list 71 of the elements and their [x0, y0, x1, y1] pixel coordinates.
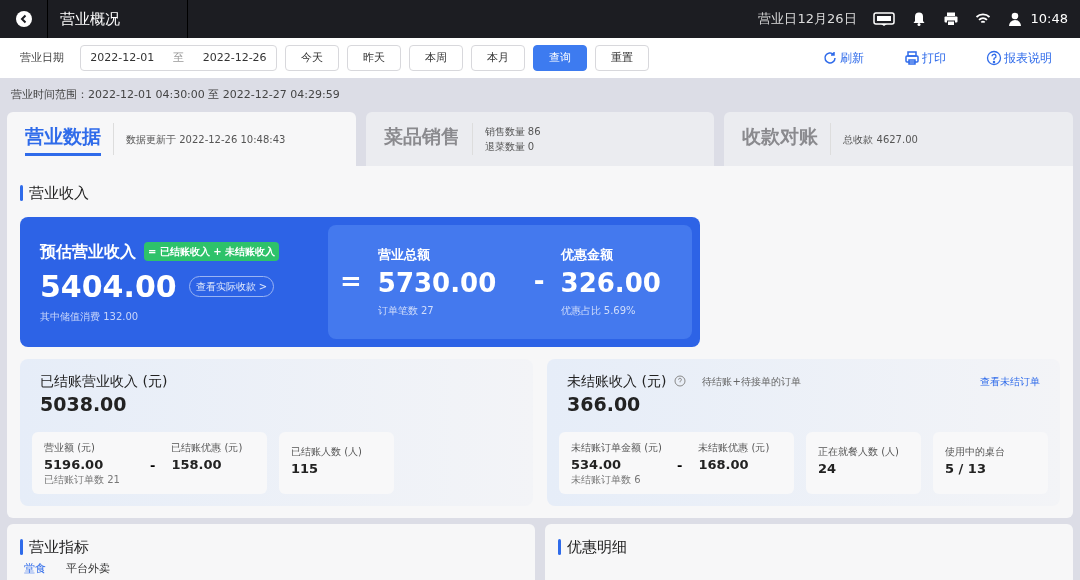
metric-label: 未结账优惠 (元) [698, 440, 770, 455]
summary-hint: 待结账+待接单的订单 [702, 374, 801, 389]
report-tab[interactable]: 收款对账 总收款 4627.00 [724, 112, 1073, 166]
metric-value: 534.00 [571, 455, 623, 474]
channel-tab[interactable]: 堂食 [24, 562, 46, 575]
filter-button[interactable]: 昨天 [347, 45, 401, 71]
total-note: 订单笔数 27 [377, 304, 435, 319]
refresh-icon [822, 50, 838, 66]
metric-label: 已结账人数 (人) [291, 444, 363, 459]
equals-sign: = [340, 265, 362, 298]
summary-value: 5038.00 [39, 391, 128, 416]
discount-value: 326.00 [560, 267, 661, 301]
metric-note: 未结账订单数 6 [571, 474, 642, 486]
discount-note: 优惠占比 5.69% [560, 304, 637, 319]
section-title: 营业指标 [29, 537, 89, 558]
discount-label: 优惠金额 [560, 245, 614, 264]
report-tab[interactable]: 营业数据 数据更新于 2022-12-26 10:48:43 [7, 112, 356, 166]
estimate-label: 预估营业收入 [40, 240, 136, 263]
metric-value: 168.00 [698, 455, 750, 474]
tab-detail: 总收款 4627.00 [843, 132, 918, 147]
minus-sign: - [533, 265, 545, 298]
tab-detail: 销售数量 86 [484, 125, 541, 139]
metric-value: 24 [818, 459, 838, 478]
page-title: 营业概况 [60, 8, 120, 30]
metric-value: 115 [291, 459, 320, 478]
minus-sign: - [677, 456, 683, 475]
badge-icon[interactable] [872, 12, 895, 26]
summary-value: 366.00 [566, 391, 642, 416]
estimate-note: 其中储值消费 132.00 [40, 309, 140, 324]
filter-button[interactable]: 重置 [595, 45, 649, 71]
filter-button[interactable]: 查询 [533, 45, 587, 71]
help-icon [674, 375, 687, 387]
metric-label: 正在就餐人数 (人) [818, 444, 900, 459]
estimate-value: 5404.00 [40, 267, 177, 306]
metric-note: 已结账订单数 21 [44, 474, 121, 486]
filter-button[interactable]: 本周 [409, 45, 463, 71]
toolbar-action[interactable]: 刷新 [822, 49, 864, 67]
tab-detail: 退菜数量 0 [484, 140, 536, 154]
section-title: 优惠明细 [567, 537, 627, 558]
filter-button[interactable]: 本月 [471, 45, 525, 71]
tab-detail: 数据更新于 2022-12-26 10:48:43 [126, 132, 286, 147]
help-icon [986, 50, 1002, 66]
unsettled-orders-link[interactable]: 查看未结订单 [980, 373, 1040, 389]
channel-tab[interactable]: 平台外卖 [66, 562, 110, 575]
total-value: 5730.00 [377, 267, 498, 301]
date-label: 营业日期 [20, 49, 64, 66]
formula-tag: = 已结账收入 + 未结账收入 [144, 242, 280, 261]
clock-time: 10:48 [1030, 10, 1068, 29]
time-range-text: 营业时间范围：2022-12-01 04:30:00 至 2022-12-27 04:29:59 [11, 86, 340, 103]
metric-value: 5196.00 [44, 455, 105, 474]
toolbar-action[interactable]: 打印 [904, 49, 946, 67]
filter-button[interactable]: 今天 [285, 45, 339, 71]
report-tab[interactable]: 菜品销售 销售数量 86 退菜数量 0 [365, 112, 715, 166]
metric-value: 5 / 13 [945, 459, 987, 478]
business-day: 营业日12月26日 [758, 9, 857, 29]
toolbar-action[interactable]: 报表说明 [986, 49, 1052, 67]
metric-label: 营业额 (元) [44, 440, 96, 455]
summary-title: 未结账收入 (元) [567, 371, 667, 391]
printer-icon[interactable] [942, 11, 959, 27]
printer-icon [904, 50, 920, 66]
date-range-field[interactable]: 2022-12-01 至 2022-12-26 [80, 45, 277, 71]
user-icon[interactable] [1006, 11, 1023, 27]
metric-label: 已结账优惠 (元) [171, 440, 243, 455]
total-label: 营业总额 [377, 245, 431, 264]
summary-title: 已结账营业收入 (元) [40, 371, 168, 391]
metric-label: 使用中的桌台 [945, 444, 1006, 459]
back-icon[interactable] [15, 11, 32, 27]
minus-sign: - [150, 456, 156, 475]
metric-value: 158.00 [171, 455, 223, 474]
metric-label: 未结账订单金额 (元) [571, 440, 661, 455]
section-title: 营业收入 [29, 183, 89, 204]
